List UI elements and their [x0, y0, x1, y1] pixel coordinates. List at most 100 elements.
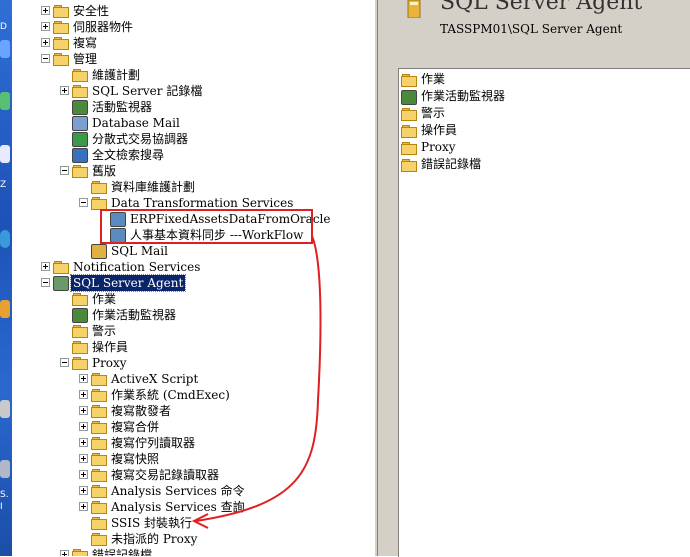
expand-button[interactable]: [79, 422, 88, 431]
tree-node-label: Analysis Services 命令: [111, 484, 245, 498]
summary-list-item-label: Proxy: [421, 140, 456, 154]
collapse-button[interactable]: [60, 166, 69, 175]
summary-pane: SQL Server Agent TASSPM01\SQL Server Age…: [378, 0, 690, 557]
tree-node-label: SQL Mail: [111, 244, 168, 258]
desktop-icon-label: D: [0, 22, 7, 32]
folder-icon: [72, 292, 88, 306]
folder-icon: [91, 372, 107, 386]
summary-list-item-label: 操作員: [421, 123, 458, 137]
desktop-icon[interactable]: [0, 92, 10, 110]
folder-icon: [91, 452, 107, 466]
tree-node-label: 伺服器物件: [73, 20, 134, 34]
tree-node[interactable]: 複寫合併: [12, 419, 374, 435]
desktop-icon[interactable]: [0, 230, 10, 248]
folder-icon: [72, 324, 88, 338]
expand-button[interactable]: [79, 470, 88, 479]
collapse-button[interactable]: [41, 278, 50, 287]
tree-node[interactable]: 作業系統 (CmdExec): [12, 387, 374, 403]
tree-node[interactable]: 安全性: [12, 3, 374, 19]
tree-node[interactable]: 舊版: [12, 163, 374, 179]
tree-node[interactable]: 作業: [12, 291, 374, 307]
folder-icon: [91, 532, 107, 546]
tree-node-label: Proxy: [92, 356, 127, 370]
tree-node[interactable]: Notification Services: [12, 259, 374, 275]
expand-button[interactable]: [41, 6, 50, 15]
tree-node[interactable]: SQL Server Agent: [12, 274, 374, 292]
tree-node[interactable]: 複寫: [12, 35, 374, 51]
tree-node[interactable]: SSIS 封裝執行: [12, 515, 374, 531]
tree-node[interactable]: 管理: [12, 51, 374, 67]
desktop-icon-label: Z: [0, 180, 7, 190]
tree-node[interactable]: 分散式交易協調器: [12, 131, 374, 147]
tree-node[interactable]: 複寫佇列讀取器: [12, 435, 374, 451]
expand-button[interactable]: [41, 22, 50, 31]
tree-node-label: 資料庫維護計劃: [111, 180, 196, 194]
expand-button[interactable]: [79, 438, 88, 447]
tree-node[interactable]: 錯誤記錄檔: [12, 547, 374, 556]
expand-button[interactable]: [41, 262, 50, 271]
tree-node-label: 全文檢索搜尋: [92, 148, 165, 162]
tree-node-label: 活動監視器: [92, 100, 153, 114]
tree-node[interactable]: 活動監視器: [12, 99, 374, 115]
tree-node-label: 管理: [73, 52, 98, 66]
summary-title: SQL Server Agent: [440, 0, 643, 15]
tree-node[interactable]: Analysis Services 查詢: [12, 499, 374, 515]
desktop-icon[interactable]: [0, 145, 10, 163]
tree-node[interactable]: 複寫散發者: [12, 403, 374, 419]
desktop-icon-label: I: [0, 502, 3, 512]
tree-node[interactable]: SQL Server 記錄檔: [12, 83, 374, 99]
expand-button[interactable]: [79, 502, 88, 511]
collapse-button[interactable]: [41, 54, 50, 63]
desktop-strip: D Z S. I: [0, 0, 12, 556]
desktop-icon[interactable]: [0, 40, 10, 58]
tree-node[interactable]: 作業活動監視器: [12, 307, 374, 323]
folder-icon: [53, 36, 69, 50]
tree-node[interactable]: 人事基本資料同步 ---WorkFlow: [12, 227, 374, 243]
folder-icon: [401, 107, 417, 121]
expand-button[interactable]: [41, 38, 50, 47]
summary-list-item-label: 作業: [421, 72, 446, 86]
desktop-icon[interactable]: [0, 400, 10, 418]
summary-list-item-label: 警示: [421, 106, 446, 120]
tree-node-label: 複寫交易記錄讀取器: [111, 468, 220, 482]
expand-button[interactable]: [79, 390, 88, 399]
collapse-button[interactable]: [60, 358, 69, 367]
tree-node[interactable]: 資料庫維護計劃: [12, 179, 374, 195]
expand-button[interactable]: [60, 550, 69, 556]
folder-icon: [91, 468, 107, 482]
desktop-icon[interactable]: [0, 300, 10, 318]
summary-list-item-label: 作業活動監視器: [421, 89, 506, 103]
expand-button[interactable]: [60, 86, 69, 95]
tree-node[interactable]: Proxy: [12, 355, 374, 371]
tree-node[interactable]: SQL Mail: [12, 243, 374, 259]
folder-icon: [91, 516, 107, 530]
activity-monitor-icon: [72, 100, 88, 115]
folder-icon: [72, 356, 88, 370]
object-explorer-tree[interactable]: 安全性伺服器物件 複寫 管理維護計劃 SQL Server 記錄檔 活動監視器 Datab…: [12, 0, 374, 556]
tree-node-label: 維護計劃: [92, 68, 141, 82]
folder-icon: [401, 124, 417, 138]
tree-node[interactable]: 複寫快照: [12, 451, 374, 467]
tree-node[interactable]: 全文檢索搜尋: [12, 147, 374, 163]
tree-node[interactable]: Data Transformation Services: [12, 195, 374, 211]
tree-node[interactable]: 操作員: [12, 339, 374, 355]
expand-button[interactable]: [79, 486, 88, 495]
desktop-icon[interactable]: [0, 460, 10, 478]
tree-node[interactable]: ActiveX Script: [12, 371, 374, 387]
expand-button[interactable]: [79, 406, 88, 415]
expand-button[interactable]: [79, 454, 88, 463]
tree-node[interactable]: 伺服器物件: [12, 19, 374, 35]
folder-icon: [401, 73, 417, 87]
tree-node-label: 安全性: [73, 4, 110, 18]
tree-node[interactable]: 警示: [12, 323, 374, 339]
tree-node[interactable]: ERPFixedAssetsDataFromOracle: [12, 211, 374, 227]
tree-node[interactable]: Database Mail: [12, 115, 374, 131]
tree-node[interactable]: Analysis Services 命令: [12, 483, 374, 499]
summary-list[interactable]: 作業 作業活動監視器 警示 操作員 Proxy 錯誤記錄檔: [398, 68, 690, 557]
tree-node[interactable]: 未指派的 Proxy: [12, 531, 374, 547]
tree-node[interactable]: 維護計劃: [12, 67, 374, 83]
tree-node[interactable]: 複寫交易記錄讀取器: [12, 467, 374, 483]
collapse-button[interactable]: [79, 198, 88, 207]
expand-button[interactable]: [79, 374, 88, 383]
folder-icon: [72, 84, 88, 98]
